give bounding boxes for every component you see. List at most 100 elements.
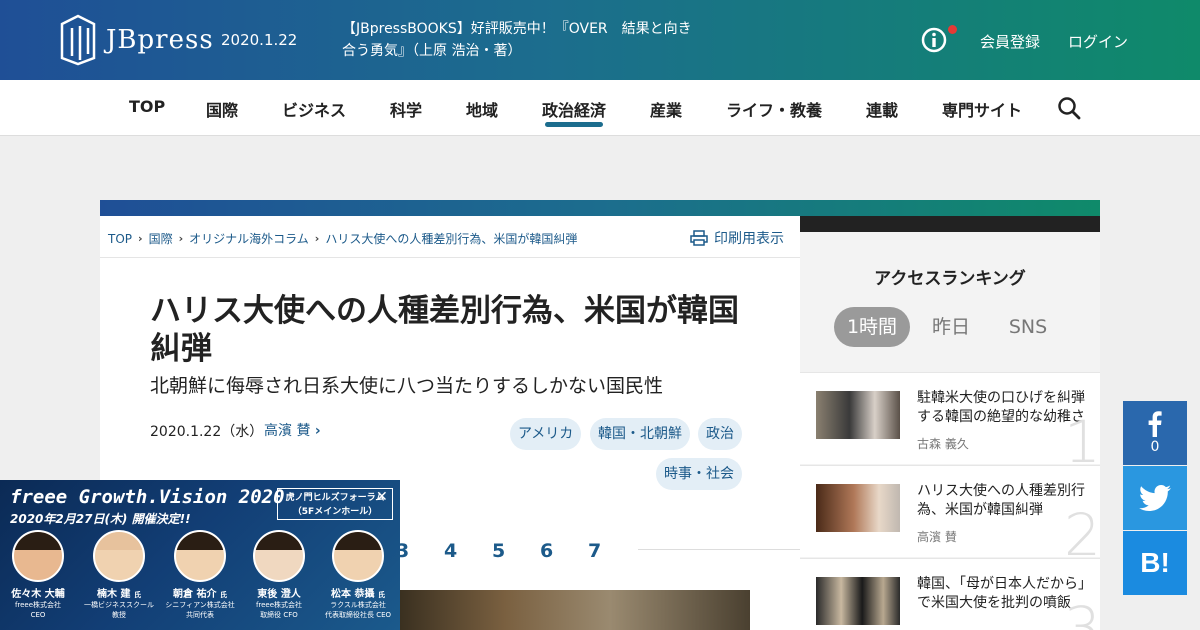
- ranking-thumbnail: [816, 577, 900, 625]
- sidebar-top-bar: [800, 216, 1100, 232]
- speaker-role: CEO: [30, 611, 46, 619]
- ranking-number: 1: [1064, 408, 1100, 464]
- nav-item-life[interactable]: ライフ・教養: [726, 97, 822, 121]
- search-icon[interactable]: [1057, 96, 1081, 120]
- twitter-share-button[interactable]: [1123, 466, 1187, 530]
- speaker-name: 松本 恭攝 氏: [331, 589, 385, 600]
- login-link[interactable]: ログイン: [1068, 31, 1128, 52]
- speaker-role: 教授: [112, 611, 126, 619]
- nav-item-industry[interactable]: 産業: [650, 97, 682, 121]
- site-header: JBpress 2020.1.22 【JBpressBOOKS】好評販売中！『O…: [0, 0, 1200, 80]
- access-ranking: アクセスランキング 1時間 昨日 SNS 駐韓米大使の口ひげを糾弾する韓国の絶望…: [800, 232, 1100, 630]
- article-photo: [400, 590, 750, 630]
- header-date: 2020.1.22: [221, 31, 298, 49]
- hatena-bookmark-button[interactable]: B!: [1123, 531, 1187, 595]
- ranking-item[interactable]: ハリス大使への人種差別行為、米国が韓国糾弾 高濱 賛 2: [800, 465, 1100, 557]
- facebook-share-button[interactable]: 0: [1123, 401, 1187, 465]
- ranking-item[interactable]: 駐韓米大使の口ひげを糾弾する韓国の絶望的な幼稚さ 古森 義久 1: [800, 372, 1100, 464]
- page-link-4[interactable]: 4: [444, 540, 457, 562]
- speaker-photo: [253, 530, 305, 582]
- breadcrumb-current[interactable]: ハリス大使への人種差別行為、米国が韓国糾弾: [325, 230, 577, 247]
- tag-politics[interactable]: 政治: [698, 418, 742, 450]
- ranking-thumbnail: [816, 484, 900, 532]
- promo-link[interactable]: 【JBpressBOOKS】好評販売中！『OVER 結果と向き合う勇気』（上原 …: [342, 18, 692, 62]
- breadcrumb-column[interactable]: オリジナル海外コラム: [189, 230, 309, 247]
- main-nav: TOP 国際 ビジネス 科学 地域 政治経済 産業 ライフ・教養 連載 専門サイ…: [0, 80, 1200, 136]
- nav-item-politics-economy[interactable]: 政治経済: [542, 97, 606, 121]
- ranking-author: 高濱 賛: [917, 530, 957, 544]
- facebook-count: 0: [1150, 439, 1160, 455]
- tab-sns[interactable]: SNS: [1000, 307, 1056, 347]
- ad-speaker: 松本 恭攝 氏 ラクスル株式会社 代表取締役社長 CEO: [323, 530, 393, 620]
- tag-current-affairs[interactable]: 時事・社会: [656, 458, 742, 490]
- breadcrumb: TOP › 国際 › オリジナル海外コラム › ハリス大使への人種差別行為、米国…: [108, 230, 577, 247]
- speaker-org: シニフィアン株式会社: [165, 601, 235, 609]
- ranking-item[interactable]: 韓国、「母が日本人だから」で米国大使を批判の噴飯 3: [800, 558, 1100, 630]
- tab-1hour[interactable]: 1時間: [834, 307, 910, 347]
- speaker-org: ラクスル株式会社: [330, 601, 386, 609]
- speaker-photo: [174, 530, 226, 582]
- speaker-name: 朝倉 祐介 氏: [173, 589, 227, 600]
- nav-item-science[interactable]: 科学: [390, 97, 422, 121]
- speaker-name: 楠木 建 氏: [97, 589, 141, 600]
- breadcrumb-divider: [100, 257, 800, 258]
- notification-dot: [948, 25, 957, 34]
- print-label: 印刷用表示: [714, 231, 784, 247]
- ad-speaker: 楠木 建 氏 一橋ビジネススクール 教授: [84, 530, 154, 620]
- nav-item-series[interactable]: 連載: [866, 97, 898, 121]
- speaker-org: freee株式会社: [255, 601, 303, 609]
- tag-korea[interactable]: 韓国・北朝鮮: [590, 418, 690, 450]
- facebook-icon: [1148, 411, 1162, 437]
- page-link-7[interactable]: 7: [588, 540, 601, 562]
- article-title: ハリス大使への人種差別行為、米国が韓国糾弾: [150, 293, 739, 367]
- speaker-org: freee株式会社: [14, 601, 62, 609]
- speaker-name: 東後 澄人: [257, 589, 301, 600]
- ad-banner[interactable]: freee Growth.Vision 2020 2020年2月27日(木) 開…: [0, 480, 400, 630]
- breadcrumb-separator-icon: ›: [314, 232, 320, 245]
- breadcrumb-international[interactable]: 国際: [149, 230, 173, 247]
- nav-item-business[interactable]: ビジネス: [282, 97, 346, 121]
- ranking-headline: 韓国、「母が日本人だから」で米国大使を批判の噴飯: [917, 576, 1085, 611]
- nav-item-special-sites[interactable]: 専門サイト: [942, 97, 1022, 121]
- breadcrumb-top[interactable]: TOP: [108, 232, 132, 246]
- breadcrumb-separator-icon: ›: [138, 232, 143, 245]
- logo-mark-icon: [60, 14, 96, 66]
- author-name: 高濱 賛: [264, 423, 311, 439]
- ad-speaker: 東後 澄人 freee株式会社 取締役 CFO: [244, 530, 314, 620]
- page-link-5[interactable]: 5: [492, 540, 505, 562]
- ad-speaker: 朝倉 祐介 氏 シニフィアン株式会社 共同代表: [165, 530, 235, 620]
- tag-america[interactable]: アメリカ: [510, 418, 582, 450]
- speaker-photo: [12, 530, 64, 582]
- nav-item-region[interactable]: 地域: [466, 97, 498, 121]
- nav-item-top[interactable]: TOP: [129, 97, 165, 116]
- ranking-title: アクセスランキング: [874, 269, 1026, 289]
- ranking-number: 3: [1064, 594, 1100, 630]
- breadcrumb-separator-icon: ›: [178, 232, 184, 245]
- print-button[interactable]: 印刷用表示: [690, 228, 784, 248]
- info-icon[interactable]: [921, 27, 947, 53]
- ranking-author: 古森 義久: [917, 437, 969, 451]
- speaker-name: 佐々木 大輔: [11, 589, 65, 600]
- content-top-bar: [100, 200, 1100, 216]
- speaker-photo: [93, 530, 145, 582]
- ad-title: freee Growth.Vision 2020: [10, 486, 285, 508]
- speaker-org: 一橋ビジネススクール: [84, 601, 154, 609]
- page-link-6[interactable]: 6: [540, 540, 553, 562]
- nav-active-indicator: [545, 122, 603, 127]
- ranking-headline: ハリス大使への人種差別行為、米国が韓国糾弾: [917, 483, 1085, 518]
- tab-yesterday[interactable]: 昨日: [926, 307, 976, 347]
- twitter-icon: [1139, 485, 1171, 511]
- speaker-role: 共同代表: [186, 611, 214, 619]
- ad-date: 2020年2月27日(木) 開催決定!!: [10, 512, 191, 526]
- chevron-right-icon: ›: [314, 423, 321, 439]
- hatena-icon: B!: [1140, 547, 1170, 578]
- register-link[interactable]: 会員登録: [980, 31, 1040, 52]
- speaker-photo: [332, 530, 384, 582]
- nav-item-international[interactable]: 国際: [206, 97, 238, 121]
- close-icon[interactable]: ✕: [376, 489, 388, 505]
- author-link[interactable]: 高濱 賛 ›: [264, 420, 321, 440]
- article-date: 2020.1.22（水）: [150, 424, 264, 440]
- printer-icon: [690, 230, 708, 246]
- article-subtitle: 北朝鮮に侮辱され日系大使に八つ当たりするしかない国民性: [150, 375, 664, 397]
- site-logo[interactable]: JBpress: [58, 14, 214, 66]
